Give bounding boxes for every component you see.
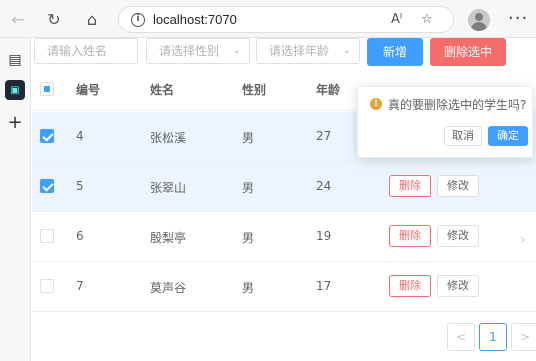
info-icon[interactable]: i [131, 13, 145, 27]
delete-row-button[interactable]: 删除 [389, 275, 431, 297]
prev-page-button[interactable]: < [447, 323, 475, 351]
confirm-button[interactable]: 确定 [488, 126, 528, 146]
cell-age: 24 [316, 179, 332, 193]
read-aloud-icon[interactable]: Aᴵ [391, 12, 402, 27]
row-checkbox[interactable] [40, 279, 54, 293]
cell-gender: 男 [242, 281, 255, 295]
table-row[interactable]: 6 殷梨亭 男 19 删除 修改 [32, 212, 536, 262]
row-checkbox[interactable] [40, 179, 54, 193]
chevron-down-icon: ⌄ [342, 45, 351, 56]
add-button[interactable]: 新增 [367, 38, 423, 66]
url-text[interactable]: localhost:7070 [153, 12, 237, 27]
cancel-button[interactable]: 取消 [444, 126, 482, 146]
back-arrow-icon[interactable]: ← [6, 8, 30, 30]
edit-row-button[interactable]: 修改 [437, 175, 479, 197]
next-page-button[interactable]: > [511, 323, 536, 351]
cell-name: 张松溪 [150, 131, 187, 145]
delete-selected-button[interactable]: 删除选中 [430, 38, 506, 66]
cell-name: 殷梨亭 [150, 231, 187, 245]
gender-select[interactable]: 请选择性别 ⌄ [146, 38, 250, 64]
column-header-age: 年龄 [316, 83, 341, 97]
cell-id: 6 [76, 229, 84, 243]
address-bar[interactable]: i localhost:7070 Aᴵ ☆ [118, 6, 454, 33]
cell-gender: 男 [242, 181, 255, 195]
favorite-star-icon[interactable]: ☆ [421, 12, 433, 27]
cell-id: 7 [76, 279, 84, 293]
edit-row-button[interactable]: 修改 [437, 275, 479, 297]
row-checkbox[interactable] [40, 229, 54, 243]
cell-name: 莫声谷 [150, 281, 187, 295]
browser-toolbar: ← ↻ ⌂ i localhost:7070 Aᴵ ☆ ··· [0, 0, 536, 38]
delete-row-button[interactable]: 删除 [389, 225, 431, 247]
column-header-id: 编号 [76, 83, 101, 97]
more-options-icon[interactable]: ··· [508, 8, 528, 29]
warning-icon: ! [370, 98, 382, 110]
profile-avatar[interactable] [468, 9, 490, 31]
select-all-checkbox[interactable] [40, 82, 54, 96]
name-input-placeholder: 请输入姓名 [47, 44, 108, 58]
edit-row-button[interactable]: 修改 [437, 225, 479, 247]
gender-select-placeholder: 请选择性别 [159, 44, 220, 58]
popover-title: 真的要删除选中的学生吗? [388, 98, 527, 112]
column-header-name: 姓名 [150, 83, 175, 97]
table-row[interactable]: 5 张翠山 男 24 删除 修改 [32, 162, 536, 212]
cell-id: 4 [76, 129, 84, 143]
tab-actions-icon[interactable]: ▤ [5, 50, 25, 70]
chevron-right-icon: › [520, 232, 526, 248]
cell-age: 17 [316, 279, 332, 293]
age-select-placeholder: 请选择年龄 [269, 44, 330, 58]
delete-confirm-popover: ! 真的要删除选中的学生吗? 取消 确定 [357, 86, 533, 158]
cell-age: 19 [316, 229, 332, 243]
delete-row-button[interactable]: 删除 [389, 175, 431, 197]
name-search-input[interactable]: 请输入姓名 [34, 38, 138, 64]
row-checkbox[interactable] [40, 129, 54, 143]
chevron-down-icon: ⌄ [232, 45, 241, 56]
cell-age: 27 [316, 129, 332, 143]
page-number-button[interactable]: 1 [479, 323, 507, 351]
cell-name: 张翠山 [150, 181, 187, 195]
cell-gender: 男 [242, 131, 255, 145]
home-icon[interactable]: ⌂ [80, 8, 104, 30]
cell-gender: 男 [242, 231, 255, 245]
cell-id: 5 [76, 179, 84, 193]
add-tab-icon[interactable]: + [5, 112, 25, 133]
age-select[interactable]: 请选择年龄 ⌄ [256, 38, 360, 64]
refresh-icon[interactable]: ↻ [42, 8, 66, 30]
browser-side-rail: ▤ ▣ + [0, 38, 31, 361]
table-row[interactable]: 7 莫声谷 男 17 删除 修改 [32, 262, 536, 312]
app-tab-icon[interactable]: ▣ [5, 80, 25, 100]
column-header-gender: 性别 [242, 83, 267, 97]
